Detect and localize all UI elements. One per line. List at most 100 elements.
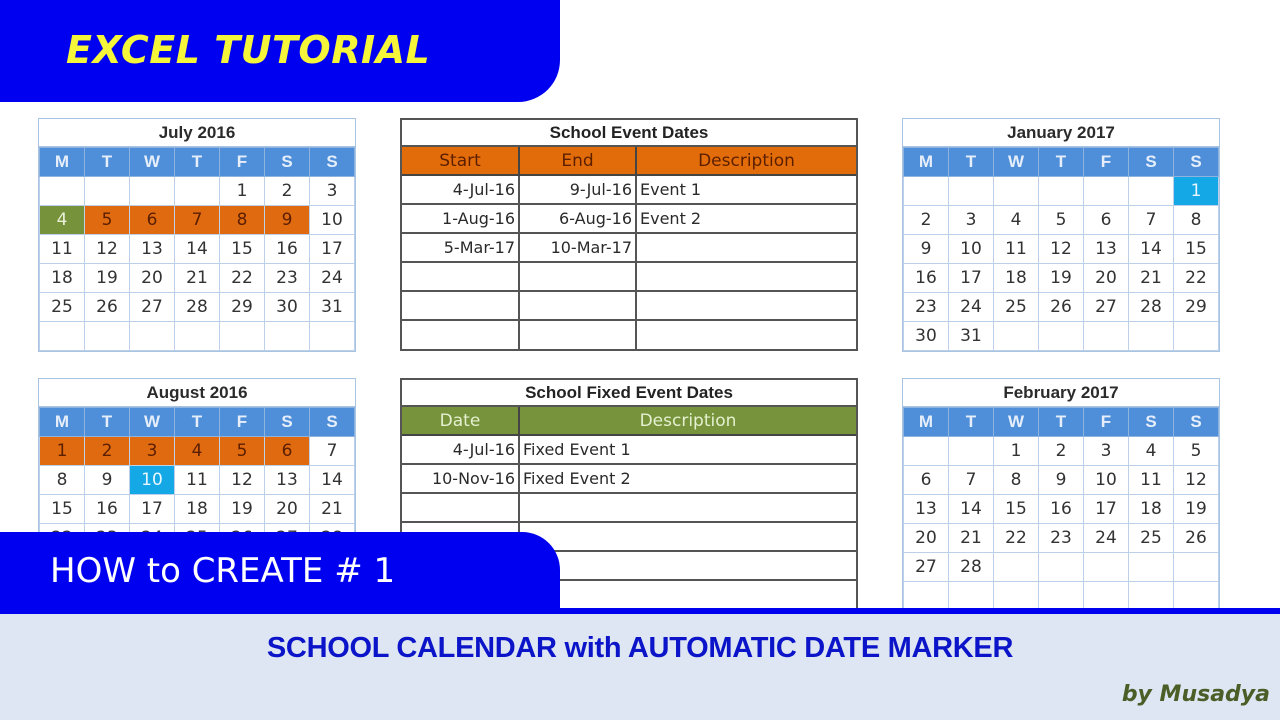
day-cell[interactable]: 24 bbox=[309, 263, 355, 293]
day-cell[interactable] bbox=[129, 321, 175, 351]
day-cell[interactable] bbox=[219, 321, 265, 351]
day-cell[interactable]: 23 bbox=[264, 263, 310, 293]
day-cell-marked-green[interactable]: 4 bbox=[39, 205, 85, 235]
table-cell[interactable] bbox=[518, 261, 637, 292]
table-cell[interactable]: 6-Aug-16 bbox=[518, 203, 637, 234]
day-cell[interactable]: 9 bbox=[1038, 465, 1084, 495]
day-cell[interactable] bbox=[903, 436, 949, 466]
day-cell[interactable]: 19 bbox=[1173, 494, 1219, 524]
table-cell[interactable] bbox=[518, 579, 856, 609]
table-cell[interactable] bbox=[518, 492, 856, 523]
day-cell[interactable]: 29 bbox=[219, 292, 265, 322]
day-cell[interactable] bbox=[1173, 321, 1219, 351]
day-cell[interactable]: 31 bbox=[309, 292, 355, 322]
day-cell[interactable]: 26 bbox=[1173, 523, 1219, 553]
table-cell[interactable]: Fixed Event 1 bbox=[518, 434, 856, 465]
table-cell[interactable]: 9-Jul-16 bbox=[518, 174, 637, 205]
table-cell[interactable] bbox=[635, 319, 856, 349]
day-cell[interactable]: 2 bbox=[264, 176, 310, 206]
day-cell[interactable]: 20 bbox=[903, 523, 949, 553]
table-cell[interactable]: 4-Jul-16 bbox=[402, 174, 520, 205]
day-cell[interactable]: 14 bbox=[1128, 234, 1174, 264]
day-cell[interactable]: 22 bbox=[1173, 263, 1219, 293]
table-cell[interactable]: 5-Mar-17 bbox=[402, 232, 520, 263]
day-cell[interactable] bbox=[39, 176, 85, 206]
day-cell[interactable]: 16 bbox=[84, 494, 130, 524]
day-cell[interactable]: 7 bbox=[309, 436, 355, 466]
table-cell[interactable] bbox=[518, 550, 856, 581]
day-cell-marked-orange[interactable]: 9 bbox=[264, 205, 310, 235]
day-cell-marked-orange[interactable]: 7 bbox=[174, 205, 220, 235]
day-cell[interactable]: 19 bbox=[1038, 263, 1084, 293]
day-cell[interactable] bbox=[993, 581, 1039, 611]
table-cell[interactable] bbox=[402, 290, 520, 321]
day-cell[interactable] bbox=[1128, 581, 1174, 611]
day-cell[interactable] bbox=[1083, 176, 1129, 206]
day-cell[interactable]: 27 bbox=[129, 292, 175, 322]
day-cell[interactable]: 11 bbox=[39, 234, 85, 264]
table-cell[interactable] bbox=[402, 319, 520, 349]
day-cell[interactable]: 15 bbox=[1173, 234, 1219, 264]
day-cell[interactable]: 20 bbox=[264, 494, 310, 524]
day-cell[interactable]: 14 bbox=[948, 494, 994, 524]
day-cell[interactable]: 20 bbox=[129, 263, 175, 293]
table-cell[interactable]: 4-Jul-16 bbox=[402, 434, 520, 465]
day-cell[interactable]: 11 bbox=[174, 465, 220, 495]
day-cell[interactable]: 22 bbox=[993, 523, 1039, 553]
day-cell[interactable]: 18 bbox=[39, 263, 85, 293]
day-cell[interactable]: 17 bbox=[948, 263, 994, 293]
day-cell[interactable]: 20 bbox=[1083, 263, 1129, 293]
day-cell[interactable]: 2 bbox=[903, 205, 949, 235]
day-cell-marked-orange[interactable]: 6 bbox=[129, 205, 175, 235]
day-cell[interactable]: 25 bbox=[993, 292, 1039, 322]
day-cell[interactable]: 8 bbox=[39, 465, 85, 495]
day-cell[interactable]: 3 bbox=[1083, 436, 1129, 466]
day-cell[interactable] bbox=[1173, 581, 1219, 611]
day-cell[interactable]: 13 bbox=[264, 465, 310, 495]
table-cell[interactable]: Event 1 bbox=[635, 174, 856, 205]
day-cell[interactable]: 7 bbox=[1128, 205, 1174, 235]
day-cell[interactable] bbox=[174, 176, 220, 206]
day-cell[interactable] bbox=[1083, 321, 1129, 351]
day-cell[interactable] bbox=[1038, 581, 1084, 611]
table-cell[interactable] bbox=[402, 492, 520, 523]
day-cell[interactable]: 3 bbox=[309, 176, 355, 206]
day-cell[interactable]: 9 bbox=[903, 234, 949, 264]
day-cell[interactable] bbox=[948, 176, 994, 206]
day-cell[interactable]: 22 bbox=[219, 263, 265, 293]
day-cell-marked-orange[interactable]: 2 bbox=[84, 436, 130, 466]
table-cell[interactable] bbox=[518, 290, 637, 321]
day-cell[interactable]: 28 bbox=[948, 552, 994, 582]
day-cell-marked-cyan[interactable]: 1 bbox=[1173, 176, 1219, 206]
day-cell[interactable] bbox=[1083, 552, 1129, 582]
day-cell[interactable]: 15 bbox=[219, 234, 265, 264]
day-cell[interactable] bbox=[993, 321, 1039, 351]
table-cell[interactable]: 10-Nov-16 bbox=[402, 463, 520, 494]
table-cell[interactable] bbox=[518, 521, 856, 552]
day-cell[interactable]: 8 bbox=[1173, 205, 1219, 235]
day-cell[interactable] bbox=[84, 321, 130, 351]
day-cell[interactable]: 4 bbox=[1128, 436, 1174, 466]
day-cell[interactable]: 13 bbox=[1083, 234, 1129, 264]
day-cell[interactable]: 17 bbox=[129, 494, 175, 524]
day-cell[interactable]: 16 bbox=[264, 234, 310, 264]
day-cell-marked-cyan[interactable]: 10 bbox=[129, 465, 175, 495]
day-cell[interactable]: 26 bbox=[84, 292, 130, 322]
day-cell[interactable]: 1 bbox=[219, 176, 265, 206]
day-cell[interactable] bbox=[39, 321, 85, 351]
day-cell[interactable]: 6 bbox=[1083, 205, 1129, 235]
day-cell[interactable] bbox=[993, 176, 1039, 206]
table-cell[interactable]: 1-Aug-16 bbox=[402, 203, 520, 234]
day-cell[interactable] bbox=[1038, 176, 1084, 206]
day-cell[interactable]: 12 bbox=[84, 234, 130, 264]
day-cell[interactable]: 23 bbox=[903, 292, 949, 322]
day-cell[interactable]: 16 bbox=[1038, 494, 1084, 524]
day-cell[interactable] bbox=[264, 321, 310, 351]
day-cell-marked-orange[interactable]: 1 bbox=[39, 436, 85, 466]
day-cell[interactable] bbox=[84, 176, 130, 206]
day-cell[interactable]: 7 bbox=[948, 465, 994, 495]
day-cell[interactable]: 12 bbox=[1038, 234, 1084, 264]
day-cell[interactable]: 3 bbox=[948, 205, 994, 235]
column-header-description[interactable]: Description bbox=[518, 407, 856, 436]
day-cell[interactable]: 11 bbox=[1128, 465, 1174, 495]
